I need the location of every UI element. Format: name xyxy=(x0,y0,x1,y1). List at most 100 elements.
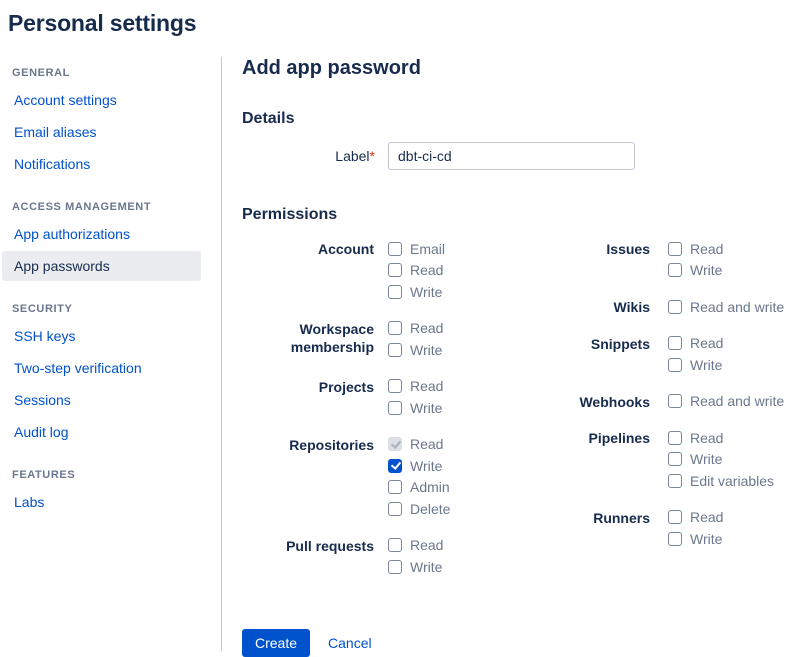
checkbox-row-wikis-read-and-write: Read and write xyxy=(668,296,784,318)
permission-group-label: Projects xyxy=(242,376,388,419)
checkbox-label: Read xyxy=(690,509,723,525)
details-heading: Details xyxy=(242,110,808,128)
sidebar-section-title: GENERAL xyxy=(0,59,221,85)
permission-group-projects: ProjectsRead Write xyxy=(242,376,560,419)
checked-checkbox-repositories-write[interactable] xyxy=(388,459,402,473)
checkbox-workspace-membership-read[interactable] xyxy=(388,321,402,335)
permission-group-label: Account xyxy=(242,238,388,303)
checkbox-row-workspace-membership-read: Read xyxy=(388,318,443,340)
sidebar-item-app-authorizations[interactable]: App authorizations xyxy=(2,219,201,249)
sidebar-section-title: ACCESS MANAGEMENT xyxy=(0,193,221,219)
checkbox-account-email[interactable] xyxy=(388,242,402,256)
checkbox-label: Write xyxy=(410,400,442,416)
main-content: Add app password Details Label* Permissi… xyxy=(222,57,808,651)
permission-group-label: Pull requests xyxy=(242,535,388,578)
checkbox-issues-read[interactable] xyxy=(668,242,682,256)
checkbox-repositories-admin[interactable] xyxy=(388,480,402,494)
sidebar-item-two-step-verification[interactable]: Two-step verification xyxy=(2,353,201,383)
checkbox-row-account-write: Write xyxy=(388,281,445,303)
label-input[interactable] xyxy=(388,142,635,170)
checkbox-pull-requests-write[interactable] xyxy=(388,560,402,574)
permission-options: Read Write xyxy=(388,376,443,419)
required-asterisk: * xyxy=(370,148,375,164)
permission-group-webhooks: WebhooksRead and write xyxy=(560,391,808,413)
checkbox-row-repositories-read: Read xyxy=(388,434,450,456)
checkbox-label: Write xyxy=(410,284,442,300)
checkbox-row-workspace-membership-write: Write xyxy=(388,339,443,361)
checkbox-label: Read xyxy=(690,241,723,257)
sidebar-item-audit-log[interactable]: Audit log xyxy=(2,417,201,447)
sidebar-section-access-management: ACCESS MANAGEMENTApp authorizationsApp p… xyxy=(0,193,221,281)
checkbox-account-read[interactable] xyxy=(388,263,402,277)
checkbox-runners-write[interactable] xyxy=(668,532,682,546)
label-field-row: Label* xyxy=(242,142,808,170)
checkbox-row-pipelines-write: Write xyxy=(668,449,774,471)
checkbox-row-issues-write: Write xyxy=(668,260,723,282)
checkbox-label: Read xyxy=(690,335,723,351)
permission-group-label: Workspace membership xyxy=(242,318,388,361)
permission-group-label: Snippets xyxy=(560,333,668,376)
checkbox-row-repositories-write: Write xyxy=(388,455,450,477)
sidebar-section-title: FEATURES xyxy=(0,461,221,487)
permission-group-workspace-membership: Workspace membershipRead Write xyxy=(242,318,560,361)
checkbox-pull-requests-read[interactable] xyxy=(388,538,402,552)
checkbox-label: Write xyxy=(410,458,442,474)
checkbox-pipelines-write[interactable] xyxy=(668,452,682,466)
sidebar-item-app-passwords[interactable]: App passwords xyxy=(2,251,201,281)
sidebar-item-email-aliases[interactable]: Email aliases xyxy=(2,117,201,147)
sidebar-item-account-settings[interactable]: Account settings xyxy=(2,85,201,115)
checkbox-label: Write xyxy=(690,531,722,547)
checkbox-row-projects-read: Read xyxy=(388,376,443,398)
checkbox-row-account-read: Read xyxy=(388,260,445,282)
checkbox-projects-write[interactable] xyxy=(388,401,402,415)
checkbox-wikis-read-and-write[interactable] xyxy=(668,300,682,314)
checkbox-row-issues-read: Read xyxy=(668,238,723,260)
create-button[interactable]: Create xyxy=(242,629,310,657)
checkbox-snippets-write[interactable] xyxy=(668,358,682,372)
checkbox-webhooks-read-and-write[interactable] xyxy=(668,394,682,408)
permissions-heading: Permissions xyxy=(242,206,808,224)
settings-sidebar: GENERALAccount settingsEmail aliasesNoti… xyxy=(0,57,222,651)
permission-group-label: Issues xyxy=(560,238,668,281)
checkbox-projects-read[interactable] xyxy=(388,379,402,393)
permission-group-label: Runners xyxy=(560,507,668,550)
sidebar-item-notifications[interactable]: Notifications xyxy=(2,149,201,179)
checkbox-row-pipelines-edit-variables: Edit variables xyxy=(668,470,774,492)
checkbox-label: Read and write xyxy=(690,393,784,409)
cancel-link[interactable]: Cancel xyxy=(328,635,372,651)
permission-group-label: Pipelines xyxy=(560,427,668,492)
checkbox-label: Read xyxy=(410,537,443,553)
permission-group-snippets: SnippetsReadWrite xyxy=(560,333,808,376)
checkbox-label: Write xyxy=(410,342,442,358)
checkbox-pipelines-edit-variables[interactable] xyxy=(668,474,682,488)
permission-options: Read Write xyxy=(388,318,443,361)
page-title: Personal settings xyxy=(0,0,808,37)
settings-layout: GENERALAccount settingsEmail aliasesNoti… xyxy=(0,57,808,651)
checkbox-label: Read xyxy=(690,430,723,446)
checkbox-row-projects-write: Write xyxy=(388,397,443,419)
checkbox-row-runners-write: Write xyxy=(668,528,723,550)
checkbox-label: Admin xyxy=(410,479,450,495)
sidebar-item-labs[interactable]: Labs xyxy=(2,487,201,517)
checkbox-label: Read xyxy=(410,436,443,452)
checkbox-workspace-membership-write[interactable] xyxy=(388,343,402,357)
sidebar-item-ssh-keys[interactable]: SSH keys xyxy=(2,321,201,351)
sidebar-section-general: GENERALAccount settingsEmail aliasesNoti… xyxy=(0,59,221,179)
checkbox-issues-write[interactable] xyxy=(668,263,682,277)
label-field-label: Label* xyxy=(242,148,388,164)
checkbox-pipelines-read[interactable] xyxy=(668,431,682,445)
sidebar-item-sessions[interactable]: Sessions xyxy=(2,385,201,415)
sidebar-section-title: SECURITY xyxy=(0,295,221,321)
checkbox-row-webhooks-read-and-write: Read and write xyxy=(668,391,784,413)
checkbox-repositories-delete[interactable] xyxy=(388,502,402,516)
checkbox-snippets-read[interactable] xyxy=(668,336,682,350)
permission-group-repositories: RepositoriesReadWriteAdminDelete xyxy=(242,434,560,520)
checkbox-account-write[interactable] xyxy=(388,285,402,299)
permission-group-pipelines: Pipelines Read WriteEdit variables xyxy=(560,427,808,492)
checkbox-label: Read xyxy=(410,262,443,278)
checkbox-row-snippets-read: Read xyxy=(668,333,723,355)
permission-group-wikis: WikisRead and write xyxy=(560,296,808,318)
checkbox-runners-read[interactable] xyxy=(668,510,682,524)
form-actions: Create Cancel xyxy=(242,629,808,657)
permission-options: ReadWriteAdminDelete xyxy=(388,434,450,520)
